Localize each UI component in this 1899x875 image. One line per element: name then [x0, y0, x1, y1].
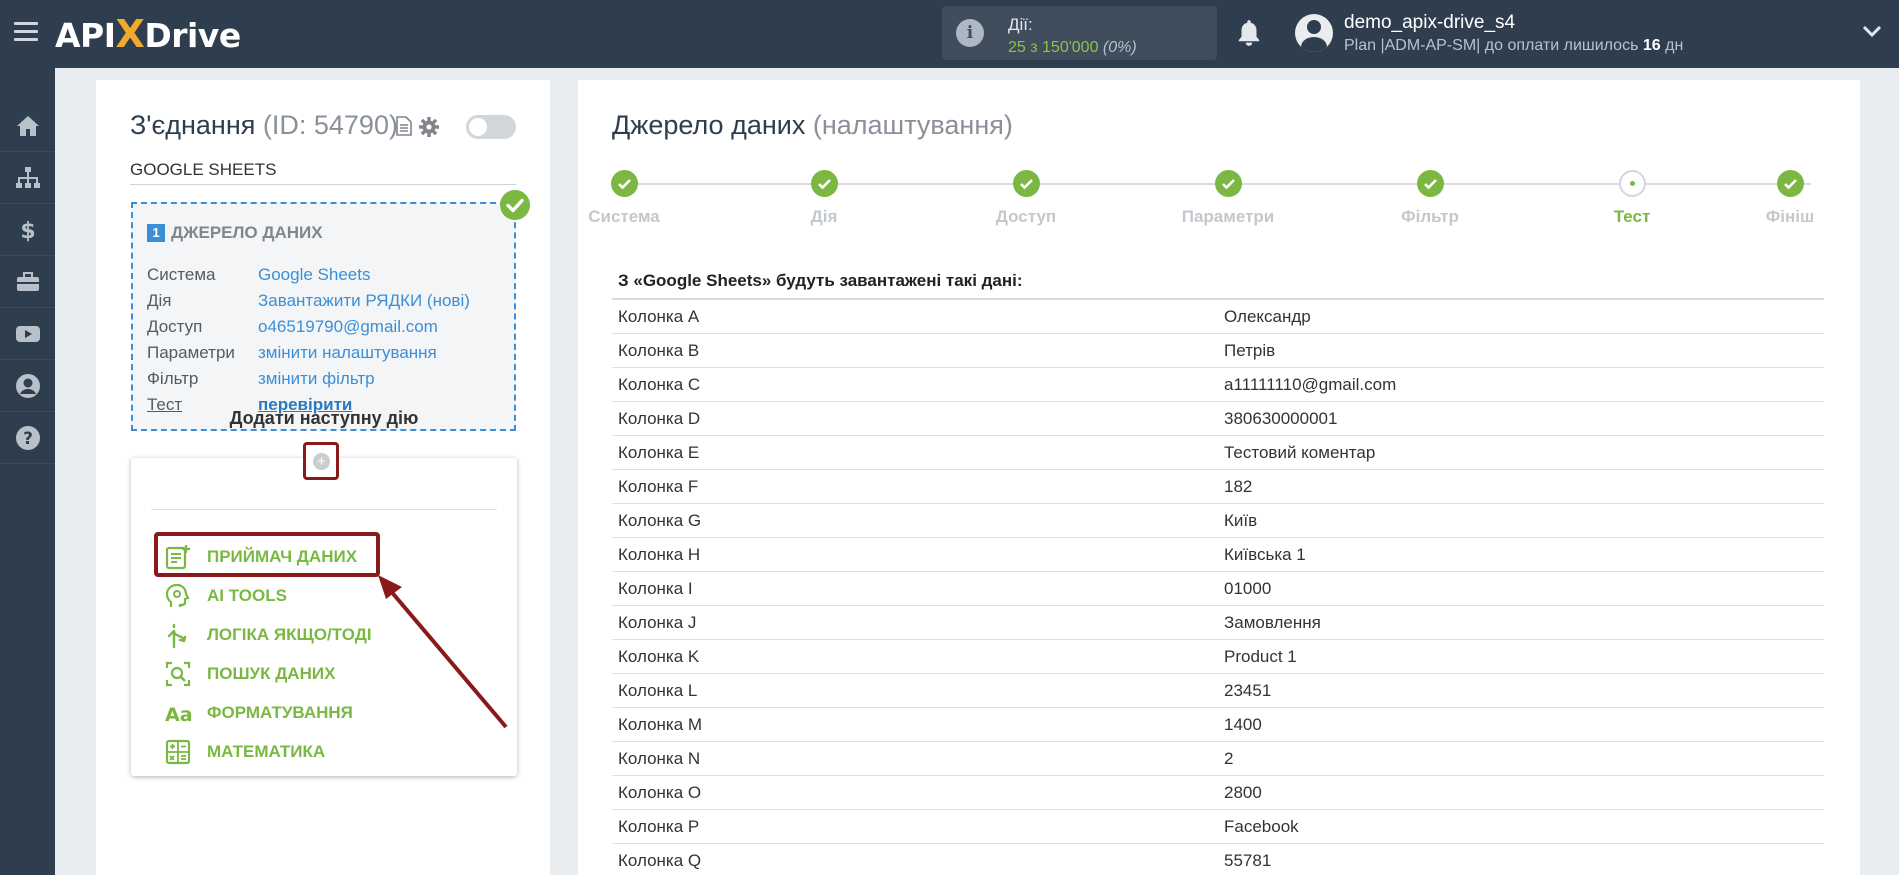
- logo[interactable]: APIXDrive: [55, 12, 241, 56]
- sidebar: $ ?: [0, 68, 55, 875]
- document-icon[interactable]: [396, 116, 412, 136]
- table-row: Колонка E Тестовий коментар: [612, 436, 1824, 470]
- check-icon: [1214, 170, 1242, 197]
- step-access[interactable]: Доступ: [956, 170, 1096, 227]
- add-step-button[interactable]: +: [303, 442, 339, 480]
- table-row: Колонка J Замовлення: [612, 606, 1824, 640]
- table-row: Колонка P Facebook: [612, 810, 1824, 844]
- sidebar-item-services[interactable]: [0, 256, 55, 308]
- table-row: Колонка N2: [612, 742, 1824, 776]
- step-system[interactable]: Система: [554, 170, 694, 227]
- connection-title: З'єднання (ID: 54790): [130, 110, 398, 140]
- step-action[interactable]: Дія: [754, 170, 894, 227]
- divider: [151, 509, 497, 510]
- sidebar-item-billing[interactable]: $: [0, 204, 55, 256]
- help-icon: ?: [15, 425, 40, 450]
- sidebar-item-profile[interactable]: [0, 360, 55, 412]
- data-table-heading: З «Google Sheets» будуть завантажені так…: [612, 270, 1824, 300]
- actions-counter: i Дії: 25 з 150'000 (0%): [942, 6, 1217, 60]
- table-row: Колонка M 1400: [612, 708, 1824, 742]
- gear-icon[interactable]: [418, 116, 440, 138]
- branch-icon: [167, 623, 187, 649]
- text-format-icon: Aa: [165, 704, 192, 726]
- table-row: Колонка G Київ: [612, 504, 1824, 538]
- top-bar: APIXDrive i Дії: 25 з 150'000 (0%) demo_…: [0, 0, 1899, 68]
- source-heading: 1 ДЖЕРЕЛО ДАНИХ: [147, 223, 323, 243]
- source-complete-check-icon: [500, 190, 530, 220]
- youtube-icon: [15, 325, 40, 342]
- table-row: Колонка O 2800: [612, 776, 1824, 810]
- actions-count: 25 з 150'000 (0%): [1008, 39, 1137, 56]
- current-step-icon: [1618, 170, 1646, 197]
- check-icon: [1776, 170, 1804, 197]
- source-system-link[interactable]: Google Sheets: [258, 265, 370, 285]
- table-row: Колонка Q 55781: [618, 851, 1272, 870]
- table-row: Колонка K Product 1: [612, 640, 1824, 674]
- check-icon: [1416, 170, 1444, 197]
- source-settings-panel: Джерело даних (налаштування) Система Дія…: [578, 80, 1860, 875]
- svg-text:$: $: [20, 219, 35, 243]
- sidebar-item-home[interactable]: [0, 100, 55, 152]
- sidebar-item-help[interactable]: ?: [0, 412, 55, 464]
- briefcase-icon: [16, 271, 39, 291]
- info-icon: i: [956, 19, 984, 47]
- chevron-down-icon[interactable]: [1862, 24, 1882, 38]
- check-icon: [810, 170, 838, 197]
- step-parameters[interactable]: Параметри: [1158, 170, 1298, 227]
- source-action-link[interactable]: Завантажити РЯДКИ (нові): [258, 291, 470, 311]
- table-row: Колонка F 182: [612, 470, 1824, 504]
- check-icon: [610, 170, 638, 197]
- avatar[interactable]: [1295, 14, 1333, 52]
- connection-name[interactable]: GOOGLE SHEETS: [130, 160, 516, 185]
- ai-head-icon: [165, 583, 190, 607]
- home-icon: [16, 115, 39, 136]
- page-title: Джерело даних (налаштування): [612, 110, 1013, 140]
- svg-text:Aa: Aa: [165, 704, 192, 726]
- connection-toggle[interactable]: [466, 115, 516, 139]
- source-filter-link[interactable]: змінити фільтр: [258, 369, 375, 389]
- svg-text:?: ?: [23, 429, 33, 449]
- table-row: Колонка A Олександр: [612, 300, 1824, 334]
- user-icon: [15, 373, 40, 398]
- step-filter[interactable]: Фільтр: [1360, 170, 1500, 227]
- check-icon: [1012, 170, 1040, 197]
- step-finish[interactable]: Фініш: [1720, 170, 1860, 227]
- username: demo_apix-drive_s4: [1344, 12, 1516, 33]
- data-source-block: 1 ДЖЕРЕЛО ДАНИХ Система Google Sheets Дія З…: [131, 202, 516, 431]
- table-row: Колонка B Петрів: [612, 334, 1824, 368]
- table-row: Колонка I 01000: [612, 572, 1824, 606]
- actions-label: Дії:: [1008, 15, 1033, 34]
- highlight-box: [154, 532, 380, 577]
- search-data-icon: [165, 661, 191, 687]
- plan-info: Plan |ADM-AP-SM| до оплати лишилось 16 д…: [1344, 37, 1684, 54]
- connection-panel: З'єднання (ID: 54790) GOOGLE SHEETS 1 ДЖЕ…: [96, 80, 550, 875]
- sidebar-item-videos[interactable]: [0, 308, 55, 360]
- toggle-knob: [469, 118, 487, 136]
- table-row: Колонка L 23451: [612, 674, 1824, 708]
- dollar-icon: $: [20, 219, 35, 243]
- table-row: Колонка H Київська 1: [612, 538, 1824, 572]
- table-row: Колонка D 380630000001: [612, 402, 1824, 436]
- plus-icon: +: [313, 453, 330, 470]
- source-access-link[interactable]: o46519790@gmail.com: [258, 317, 438, 337]
- bell-icon[interactable]: [1236, 18, 1262, 48]
- step-test[interactable]: Тест: [1562, 170, 1702, 227]
- menu-icon[interactable]: [14, 22, 38, 42]
- sidebar-item-connections[interactable]: [0, 152, 55, 204]
- table-row: Колонка Ca11111110@gmail.com: [612, 368, 1824, 402]
- sitemap-icon: [15, 166, 40, 188]
- source-params-link[interactable]: змінити налаштування: [258, 343, 437, 363]
- add-action-title: Додати наступну дію: [229, 408, 419, 428]
- calculator-icon: [165, 739, 191, 765]
- pointer-arrow-icon: [378, 575, 508, 729]
